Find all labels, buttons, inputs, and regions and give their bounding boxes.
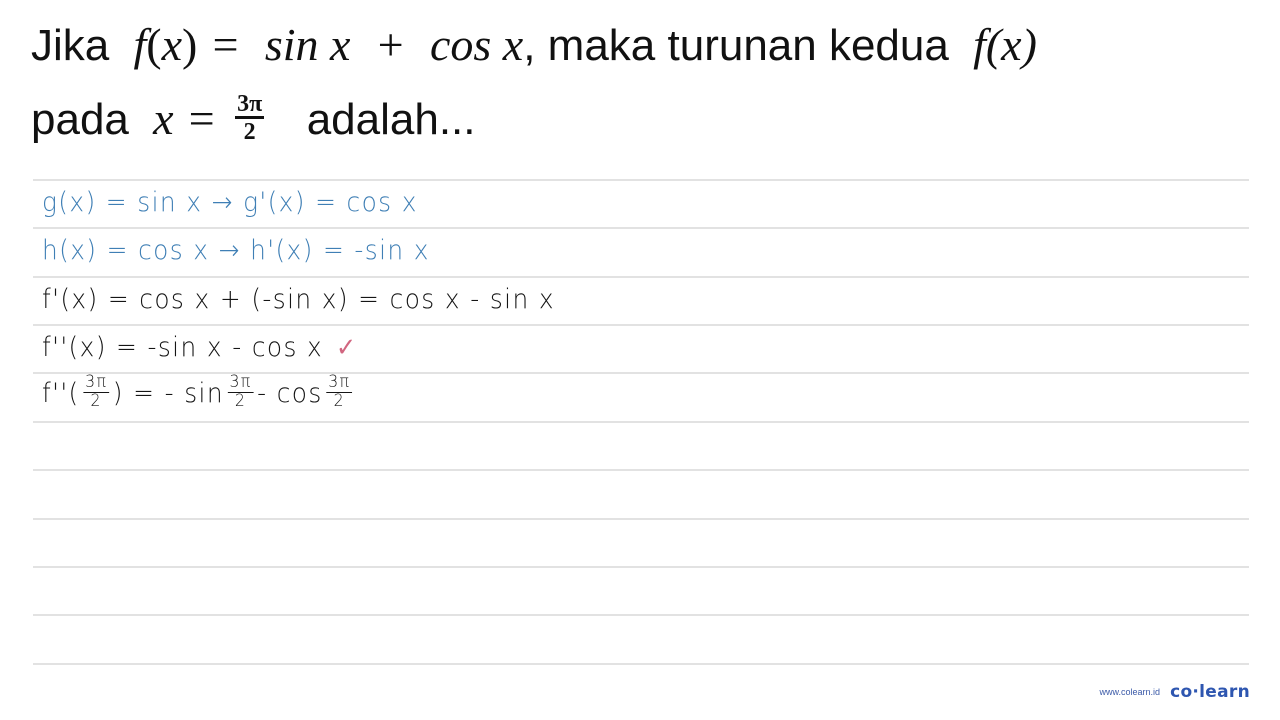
variable: x	[161, 19, 183, 70]
second-derivative-expression: f''(x) = -sin x - cos x	[42, 332, 324, 363]
ruled-line	[33, 469, 1249, 471]
ruled-line	[33, 227, 1249, 229]
function-expression: f(x)	[133, 19, 197, 70]
equals-sign: =	[209, 19, 241, 70]
variable-x: x	[153, 93, 174, 144]
question-prefix-2: pada	[31, 95, 129, 144]
question-prefix: Jika	[31, 21, 110, 70]
question-suffix: adalah...	[306, 95, 476, 144]
evaluate-middle: - cos	[257, 377, 323, 409]
fraction-denominator: 2	[333, 390, 345, 411]
brand-footer: www.colearn.id co·learn	[1100, 682, 1250, 702]
fraction-numerator: 3π	[235, 91, 265, 120]
evaluate-sin-argument: 3π 2	[227, 373, 254, 411]
fraction-denominator: 2	[90, 390, 102, 411]
solution-line-evaluate: f''(3π 2) = - sin 3π 2- cos 3π 2	[42, 373, 356, 413]
term-cos: cos x	[429, 19, 524, 70]
ruled-line	[33, 324, 1249, 326]
ruled-line	[33, 663, 1249, 665]
checkmark-icon: ✓	[336, 333, 358, 363]
colearn-logo: co·learn	[1170, 682, 1250, 702]
brand-url[interactable]: www.colearn.id	[1100, 687, 1161, 697]
question-middle-text: , maka turunan kedua	[523, 21, 949, 70]
paren-right: )	[182, 19, 198, 70]
plus-sign: +	[374, 19, 406, 70]
ruled-line	[33, 276, 1249, 278]
ruled-line	[33, 566, 1249, 568]
ruled-line	[33, 421, 1249, 423]
fraction-denominator: 2	[234, 390, 247, 411]
term-sin: sin x	[264, 19, 351, 70]
solution-line-first-derivative: f'(x) = cos x + (-sin x) = cos x - sin x	[42, 284, 555, 315]
evaluate-lhs-fraction: 3π 2	[83, 373, 110, 411]
equals-sign-2: =	[185, 93, 217, 144]
ruled-line	[33, 179, 1249, 181]
evaluate-lhs-close: ) = - sin	[112, 377, 224, 409]
fraction-3pi-over-2: 3π 2	[235, 91, 265, 146]
paren-left: (	[146, 19, 162, 70]
evaluate-lhs-func: f''(	[42, 377, 80, 409]
solution-line-g-derivative: g(x) = sin x → g'(x) = cos x	[42, 187, 418, 218]
question-line-2: pada x = 3π 2 adalah...	[31, 92, 476, 148]
evaluate-cos-argument: 3π 2	[326, 373, 353, 411]
fraction-denominator: 2	[243, 119, 256, 146]
function-name: f	[133, 19, 147, 70]
worksheet-page: Jika f(x) = sin x + cos x, maka turunan …	[0, 0, 1280, 720]
solution-line-h-derivative: h(x) = cos x → h'(x) = -sin x	[42, 235, 430, 266]
solution-line-second-derivative: f''(x) = -sin x - cos x ✓	[42, 332, 357, 363]
function-reference: f(x)	[973, 19, 1037, 70]
question-line-1: Jika f(x) = sin x + cos x, maka turunan …	[31, 22, 1037, 68]
ruled-line	[33, 614, 1249, 616]
ruled-line	[33, 372, 1249, 374]
ruled-line	[33, 518, 1249, 520]
